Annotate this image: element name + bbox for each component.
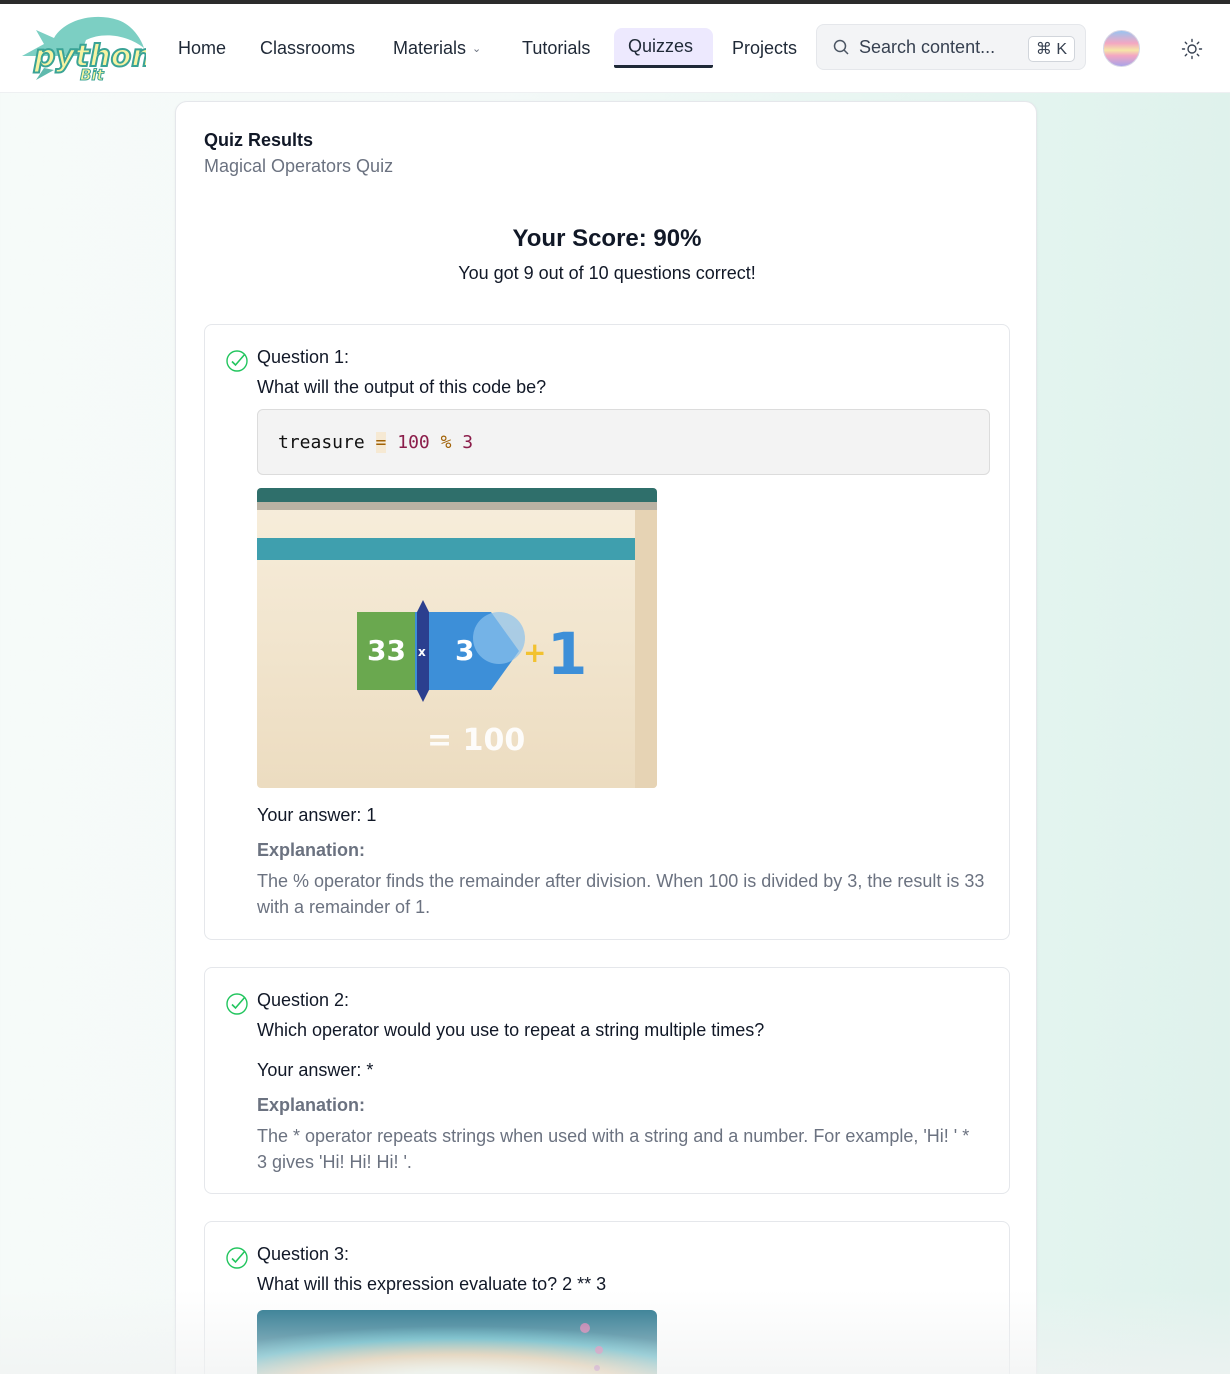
score-summary: You got 9 out of 10 questions correct! <box>458 263 756 283</box>
check-circle-icon <box>226 350 248 372</box>
search-box[interactable]: Search content... ⌘ K <box>816 24 1086 70</box>
sun-icon <box>1181 38 1203 60</box>
question-text: What will the output of this code be? <box>257 377 547 397</box>
your-answer: Your answer: 1 <box>257 805 377 825</box>
code-block: treasure = 100 % 3 <box>257 409 990 475</box>
code-operator: = <box>375 431 387 453</box>
question-card-1: Question 1: What will the output of this… <box>204 324 1010 940</box>
search-placeholder: Search content... <box>859 36 996 57</box>
explanation-text: The % operator finds the remainder after… <box>257 871 985 917</box>
your-answer: Your answer: * <box>257 1060 374 1080</box>
question-title: Question 1: <box>257 347 350 367</box>
search-icon <box>833 39 849 55</box>
nav-materials-label: Materials <box>393 37 467 58</box>
nav-projects-label: Projects <box>732 37 798 58</box>
user-avatar[interactable] <box>1103 30 1140 67</box>
code-variable: treasure <box>278 431 365 453</box>
nav-classrooms-label: Classrooms <box>260 37 356 58</box>
card-title: Quiz Results <box>204 130 314 150</box>
question-card-3: Question 3: What will this expression ev… <box>204 1221 1010 1374</box>
nav-quizzes[interactable]: Quizzes <box>614 28 713 68</box>
nav-projects[interactable]: Projects <box>718 28 811 68</box>
python-bit-logo[interactable]: python Bit <box>14 10 154 85</box>
explanation-text: The * operator repeats strings when used… <box>257 1126 970 1172</box>
illustration-plus: + <box>523 636 546 669</box>
question-card-2: Question 2: Which operator would you use… <box>204 967 1010 1194</box>
check-circle-icon <box>226 993 248 1015</box>
nav-materials[interactable]: Materials ⌄ <box>379 28 495 68</box>
code-number: 3 <box>462 431 474 453</box>
nav-home-label: Home <box>178 37 227 58</box>
explanation-heading: Explanation: <box>257 1095 366 1115</box>
code-number: 100 <box>397 431 430 453</box>
question-illustration: 33 x 3 + 1 = 100 <box>257 488 657 788</box>
illustration-right-value: 3 <box>455 634 474 667</box>
illustration-remainder: 1 <box>547 620 587 688</box>
illustration-mult: x <box>418 645 426 659</box>
quiz-name: Magical Operators Quiz <box>204 156 394 176</box>
nav-tutorials[interactable]: Tutorials <box>508 28 604 68</box>
check-circle-icon <box>226 1247 248 1269</box>
score-heading: Your Score: 90% <box>512 225 702 252</box>
search-shortcut-badge: ⌘ K <box>1027 36 1075 62</box>
quiz-results-card: Quiz Results Magical Operators Quiz Your… <box>175 101 1037 1374</box>
illustration-left-value: 33 <box>367 634 406 667</box>
code-operator: % <box>440 431 452 453</box>
question-text: Which operator would you use to repeat a… <box>257 1020 765 1040</box>
question-illustration <box>257 1310 657 1374</box>
question-text: What will this expression evaluate to? 2… <box>257 1274 607 1294</box>
svg-text:Bit: Bit <box>80 66 105 84</box>
question-title: Question 2: <box>257 990 350 1010</box>
nav-home[interactable]: Home <box>164 28 240 68</box>
illustration-result: = 100 <box>427 723 525 758</box>
theme-toggle-button[interactable] <box>1180 37 1204 61</box>
question-title: Question 3: <box>257 1244 350 1264</box>
chevron-down-icon: ⌄ <box>472 42 482 55</box>
nav-classrooms[interactable]: Classrooms <box>246 28 369 68</box>
explanation-heading: Explanation: <box>257 840 366 860</box>
top-navigation: python Bit Home Classrooms Materials ⌄ Tu… <box>0 4 1230 93</box>
nav-quizzes-label: Quizzes <box>628 36 694 56</box>
nav-tutorials-label: Tutorials <box>522 37 591 58</box>
